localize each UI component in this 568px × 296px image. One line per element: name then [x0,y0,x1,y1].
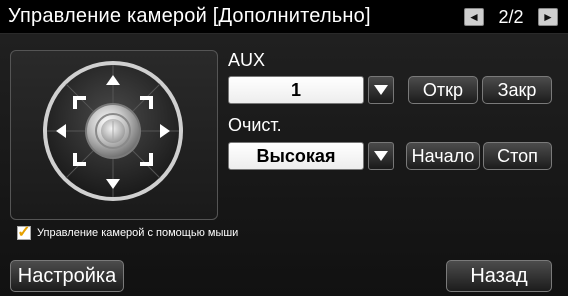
page-next-icon: ► [542,10,554,24]
page-prev-icon: ◄ [468,10,480,24]
cleaning-dropdown-button[interactable] [368,142,394,170]
pager: ◄ 2/2 ► [464,0,558,34]
cleaning-start-button[interactable]: Начало [406,142,480,170]
back-button[interactable]: Назад [446,260,552,292]
page-next-button[interactable]: ► [538,8,558,26]
chevron-down-icon [374,85,388,95]
cleaning-stop-button[interactable]: Стоп [483,142,552,170]
mouse-control-option[interactable]: ✓ Управление камерой с помощью мыши [17,225,239,241]
chevron-down-icon [374,151,388,161]
aux-close-button[interactable]: Закр [482,76,552,104]
aux-dropdown-button[interactable] [368,76,394,104]
ptz-control-pad [10,50,218,220]
aux-open-button[interactable]: Откр [408,76,478,104]
window-title: Управление камерой [Дополнительно] [8,5,371,27]
center-knob-icon[interactable] [85,103,141,159]
settings-button[interactable]: Настройка [10,260,124,292]
mouse-control-label: Управление камерой с помощью мыши [37,227,239,239]
page-prev-button[interactable]: ◄ [464,8,484,26]
cleaning-label: Очист. [228,115,282,135]
ptz-joystick [43,61,183,201]
title-bar: Управление камерой [Дополнительно] ◄ 2/2… [0,0,568,34]
page-indicator: 2/2 [498,6,524,27]
aux-label: AUX [228,50,266,70]
mouse-control-checkbox[interactable]: ✓ [17,225,31,241]
camera-control-panel: Управление камерой [Дополнительно] ◄ 2/2… [0,0,568,296]
aux-select[interactable]: 1 [228,76,364,104]
cleaning-select[interactable]: Высокая [228,142,364,170]
